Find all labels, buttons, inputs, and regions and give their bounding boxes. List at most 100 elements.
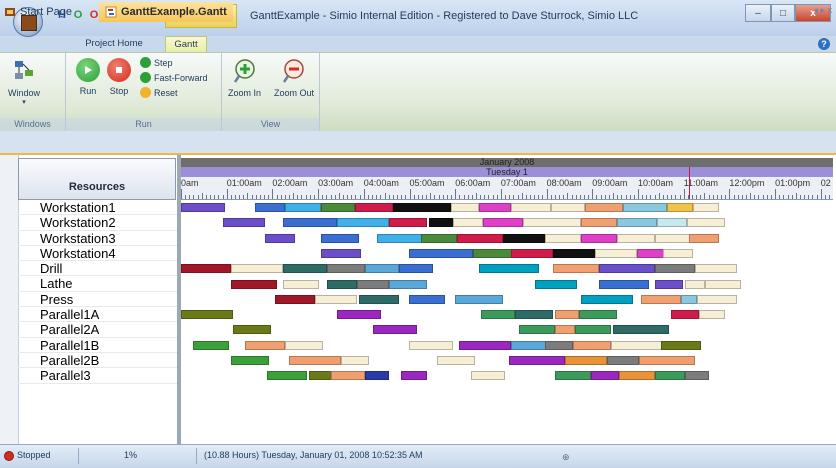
gantt-bar[interactable] xyxy=(511,248,553,258)
gantt-bar[interactable] xyxy=(663,248,693,258)
gantt-bar[interactable] xyxy=(321,203,355,212)
gantt-bar[interactable] xyxy=(617,233,655,243)
gantt-bar[interactable] xyxy=(359,294,399,304)
gantt-bar[interactable] xyxy=(599,264,655,274)
resource-row[interactable]: Workstation2 xyxy=(18,215,178,231)
gantt-bar[interactable] xyxy=(315,294,357,304)
gantt-bar[interactable] xyxy=(655,279,683,289)
gantt-bar[interactable] xyxy=(355,203,393,212)
gantt-bar[interactable] xyxy=(483,218,523,228)
gantt-bar[interactable] xyxy=(283,279,319,289)
gantt-bar[interactable] xyxy=(429,218,453,228)
resource-row[interactable]: Parallel1A xyxy=(18,307,178,323)
gantt-bar[interactable] xyxy=(451,203,479,212)
gantt-bar[interactable] xyxy=(337,218,389,228)
gantt-bar[interactable] xyxy=(321,233,359,243)
tab-gantt[interactable]: Gantt xyxy=(165,36,207,52)
gantt-bar[interactable] xyxy=(655,233,693,243)
gantt-bar[interactable] xyxy=(459,340,511,350)
resource-row[interactable]: Lathe xyxy=(18,276,178,292)
gantt-bar[interactable] xyxy=(321,248,361,258)
gantt-bar[interactable] xyxy=(409,294,445,304)
gantt-bar[interactable] xyxy=(283,218,337,228)
resource-row[interactable]: Workstation3 xyxy=(18,231,178,246)
document-tab-navigation[interactable]: ◂ ▸ x xyxy=(813,5,832,16)
gantt-bar[interactable] xyxy=(585,203,623,212)
gantt-bar[interactable] xyxy=(591,371,619,381)
gantt-bar[interactable] xyxy=(457,233,503,243)
gantt-bar[interactable] xyxy=(693,203,719,212)
zoom-in-button[interactable]: Zoom In xyxy=(228,58,261,98)
gantt-bar[interactable] xyxy=(685,279,705,289)
gantt-bar[interactable] xyxy=(565,356,607,365)
tab-project-home[interactable]: Project Home xyxy=(78,36,150,52)
gantt-bar[interactable] xyxy=(685,371,709,381)
gantt-bar[interactable] xyxy=(655,264,695,274)
gantt-bar[interactable] xyxy=(285,340,323,350)
gantt-bar[interactable] xyxy=(623,203,667,212)
gantt-bar[interactable] xyxy=(267,371,307,381)
gantt-chart[interactable] xyxy=(181,200,833,444)
gantt-bar[interactable] xyxy=(231,356,269,365)
gantt-bar[interactable] xyxy=(545,340,573,350)
gantt-bar[interactable] xyxy=(553,248,597,258)
gantt-bar[interactable] xyxy=(399,264,433,274)
resource-row[interactable]: Parallel1B xyxy=(18,338,178,353)
gantt-bar[interactable] xyxy=(689,233,719,243)
gantt-bar[interactable] xyxy=(699,310,725,320)
gantt-bar[interactable] xyxy=(233,325,271,335)
gantt-bar[interactable] xyxy=(555,325,575,335)
gantt-bar[interactable] xyxy=(657,218,687,228)
gantt-bar[interactable] xyxy=(181,264,231,274)
gantt-bar[interactable] xyxy=(309,371,333,381)
gantt-bar[interactable] xyxy=(453,218,483,228)
gantt-bar[interactable] xyxy=(357,279,389,289)
gantt-bar[interactable] xyxy=(575,325,611,335)
gantt-bar[interactable] xyxy=(331,371,365,381)
gantt-bar[interactable] xyxy=(437,356,475,365)
gantt-bar[interactable] xyxy=(365,264,399,274)
resource-row[interactable]: Workstation1 xyxy=(18,200,178,216)
gantt-bar[interactable] xyxy=(393,203,451,212)
gantt-bar[interactable] xyxy=(479,264,539,274)
gantt-bar[interactable] xyxy=(595,248,637,258)
gantt-bar[interactable] xyxy=(519,325,555,335)
gantt-bar[interactable] xyxy=(639,356,695,365)
gantt-bar[interactable] xyxy=(337,310,381,320)
gantt-bar[interactable] xyxy=(655,371,685,381)
gantt-bar[interactable] xyxy=(581,233,617,243)
tab-start-page[interactable]: Start Page xyxy=(4,4,72,20)
gantt-bar[interactable] xyxy=(611,340,663,350)
gantt-bar[interactable] xyxy=(389,279,427,289)
gantt-bar[interactable] xyxy=(389,218,427,228)
gantt-bar[interactable] xyxy=(551,203,585,212)
gantt-bar[interactable] xyxy=(289,356,341,365)
zoom-out-button[interactable]: Zoom Out xyxy=(274,58,314,98)
gantt-bar[interactable] xyxy=(255,203,285,212)
resource-row[interactable]: Parallel2A xyxy=(18,322,178,338)
gantt-bar[interactable] xyxy=(275,294,315,304)
minimize-button[interactable]: – xyxy=(745,4,771,22)
window-button[interactable]: Window ▾ xyxy=(8,58,40,106)
tab-gantt-document[interactable]: GanttExample.Gantt xyxy=(99,2,233,22)
gantt-bar[interactable] xyxy=(193,340,229,350)
gantt-bar[interactable] xyxy=(231,264,283,274)
gantt-bar[interactable] xyxy=(341,356,369,365)
gantt-bar[interactable] xyxy=(687,218,725,228)
gantt-bar[interactable] xyxy=(667,203,693,212)
gantt-bar[interactable] xyxy=(265,233,295,243)
gantt-bar[interactable] xyxy=(509,356,565,365)
gantt-bar[interactable] xyxy=(613,325,669,335)
gantt-bar[interactable] xyxy=(579,310,617,320)
gantt-bar[interactable] xyxy=(641,294,681,304)
resources-header[interactable]: Resources xyxy=(18,158,176,200)
gantt-bar[interactable] xyxy=(535,279,577,289)
gantt-bar[interactable] xyxy=(523,218,581,228)
resource-row[interactable]: Workstation4 xyxy=(18,246,178,262)
gantt-bar[interactable] xyxy=(619,371,655,381)
step-button[interactable]: Step xyxy=(140,57,173,68)
gantt-bar[interactable] xyxy=(573,340,611,350)
gantt-bar[interactable] xyxy=(581,218,617,228)
fast-forward-button[interactable]: Fast-Forward xyxy=(140,72,208,83)
stop-button[interactable]: Stop xyxy=(107,58,131,96)
